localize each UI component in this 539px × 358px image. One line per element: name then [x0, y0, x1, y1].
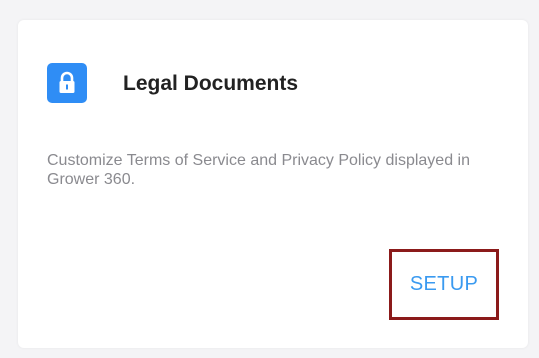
card-title: Legal Documents: [123, 72, 299, 95]
lock-icon: [47, 63, 87, 103]
card-description: Customize Terms of Service and Privacy P…: [47, 152, 470, 188]
setup-button[interactable]: SETUP: [410, 273, 478, 296]
setup-button-highlight: SETUP: [389, 249, 499, 320]
legal-documents-card: Legal Documents Customize Terms of Servi…: [18, 20, 528, 348]
